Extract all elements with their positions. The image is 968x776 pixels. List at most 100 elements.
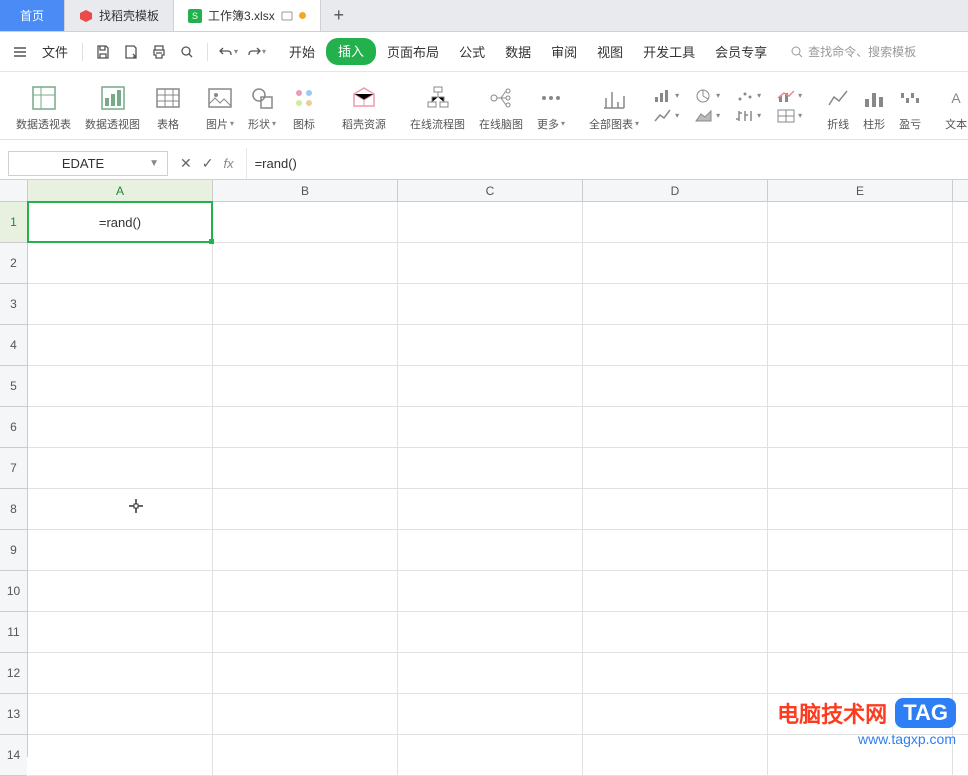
cell[interactable] xyxy=(28,735,213,775)
chart-area-icon[interactable]: ▾ xyxy=(692,107,723,125)
cell[interactable] xyxy=(768,489,953,529)
undo-icon[interactable]: ▾ xyxy=(216,40,240,64)
tab-home[interactable]: 首页 xyxy=(0,0,65,31)
cell[interactable] xyxy=(583,243,768,283)
cell[interactable] xyxy=(28,489,213,529)
cell[interactable] xyxy=(398,284,583,324)
save-icon[interactable] xyxy=(91,40,115,64)
row-header-4[interactable]: 4 xyxy=(0,325,27,366)
chart-scatter-icon[interactable]: ▾ xyxy=(733,87,764,105)
cell[interactable] xyxy=(583,571,768,611)
formula-input[interactable]: =rand() xyxy=(246,148,968,179)
ribbon-tab-start[interactable]: 开始 xyxy=(280,38,324,65)
cell[interactable] xyxy=(583,694,768,734)
cell[interactable] xyxy=(28,571,213,611)
hamburger-icon[interactable] xyxy=(8,40,32,64)
cell[interactable] xyxy=(213,243,398,283)
tab-add-button[interactable]: + xyxy=(321,0,357,31)
cell[interactable] xyxy=(583,366,768,406)
cell[interactable] xyxy=(768,202,953,242)
accept-formula-icon[interactable]: ✓ xyxy=(202,155,214,172)
row-header-13[interactable]: 13 xyxy=(0,694,27,735)
column-header-A[interactable]: A xyxy=(28,180,213,201)
cell[interactable] xyxy=(28,694,213,734)
cell[interactable] xyxy=(768,571,953,611)
cell[interactable] xyxy=(398,407,583,447)
row-header-11[interactable]: 11 xyxy=(0,612,27,653)
row-header-9[interactable]: 9 xyxy=(0,530,27,571)
cell[interactable] xyxy=(768,612,953,652)
row-header-2[interactable]: 2 xyxy=(0,243,27,284)
ribbon-tab-data[interactable]: 数据 xyxy=(496,38,540,65)
cell[interactable] xyxy=(583,325,768,365)
cell[interactable] xyxy=(398,489,583,529)
column-header-E[interactable]: E xyxy=(768,180,953,201)
cell[interactable] xyxy=(213,202,398,242)
row-header-12[interactable]: 12 xyxy=(0,653,27,694)
cell[interactable] xyxy=(213,735,398,775)
icons-button[interactable]: 图标 xyxy=(284,74,324,137)
cell[interactable] xyxy=(213,366,398,406)
cell[interactable] xyxy=(213,653,398,693)
tab-templates[interactable]: 找稻壳模板 xyxy=(65,0,174,31)
table-button[interactable]: 表格 xyxy=(148,74,188,137)
cell[interactable] xyxy=(398,243,583,283)
cell[interactable] xyxy=(583,202,768,242)
cell[interactable] xyxy=(768,243,953,283)
cell[interactable] xyxy=(583,284,768,324)
ribbon-tab-review[interactable]: 审阅 xyxy=(542,38,586,65)
cell[interactable] xyxy=(398,653,583,693)
chart-bar-icon[interactable]: ▾ xyxy=(651,87,682,105)
cell[interactable] xyxy=(213,448,398,488)
select-all-corner[interactable] xyxy=(0,180,28,202)
cell[interactable] xyxy=(28,284,213,324)
flowchart-button[interactable]: 在线流程图 xyxy=(404,74,471,137)
cells-area[interactable] xyxy=(28,202,968,757)
cell[interactable] xyxy=(768,653,953,693)
cell[interactable] xyxy=(768,284,953,324)
row-header-1[interactable]: 1 xyxy=(0,202,27,243)
file-menu[interactable]: 文件 xyxy=(36,42,74,61)
sparkline-line-button[interactable]: 折线 xyxy=(821,74,855,137)
chart-line-icon[interactable]: ▾ xyxy=(651,107,682,125)
chart-stock-icon[interactable]: ▾ xyxy=(733,107,764,125)
cell[interactable] xyxy=(28,530,213,570)
cell[interactable] xyxy=(583,653,768,693)
row-header-5[interactable]: 5 xyxy=(0,366,27,407)
image-button[interactable]: 图片▾ xyxy=(200,74,240,137)
sparkline-winloss-button[interactable]: 盈亏 xyxy=(893,74,927,137)
cell[interactable] xyxy=(583,530,768,570)
cell[interactable] xyxy=(28,366,213,406)
chart-combo-icon[interactable]: ▾ xyxy=(774,87,805,105)
cell[interactable] xyxy=(213,489,398,529)
redo-icon[interactable]: ▾ xyxy=(244,40,268,64)
chart-pie-icon[interactable]: ▾ xyxy=(692,87,723,105)
all-charts-button[interactable]: 全部图表▾ xyxy=(583,74,645,137)
cell[interactable] xyxy=(768,366,953,406)
shapes-button[interactable]: 形状▾ xyxy=(242,74,282,137)
cell[interactable] xyxy=(28,653,213,693)
cell[interactable] xyxy=(583,735,768,775)
cell[interactable] xyxy=(398,735,583,775)
cell[interactable] xyxy=(28,243,213,283)
pivot-table-button[interactable]: 数据透视表 xyxy=(10,74,77,137)
mindmap-button[interactable]: 在线脑图 xyxy=(473,74,529,137)
cancel-formula-icon[interactable]: ✕ xyxy=(180,155,192,172)
fx-icon[interactable]: fx xyxy=(223,156,233,171)
command-search[interactable]: 查找命令、搜索模板 xyxy=(790,43,916,60)
ribbon-tab-vip[interactable]: 会员专享 xyxy=(706,38,776,65)
chart-more-icon[interactable]: ▾ xyxy=(774,107,805,125)
cell[interactable] xyxy=(398,571,583,611)
pivot-chart-button[interactable]: 数据透视图 xyxy=(79,74,146,137)
resources-button[interactable]: 稻壳资源 xyxy=(336,74,392,137)
cell[interactable] xyxy=(398,612,583,652)
ribbon-tab-layout[interactable]: 页面布局 xyxy=(378,38,448,65)
text-button[interactable]: A文本 xyxy=(939,74,968,137)
fill-handle[interactable] xyxy=(209,239,214,244)
cell[interactable] xyxy=(398,366,583,406)
row-header-7[interactable]: 7 xyxy=(0,448,27,489)
cell[interactable] xyxy=(28,448,213,488)
cell[interactable] xyxy=(398,694,583,734)
cell[interactable] xyxy=(583,489,768,529)
cell[interactable] xyxy=(768,448,953,488)
